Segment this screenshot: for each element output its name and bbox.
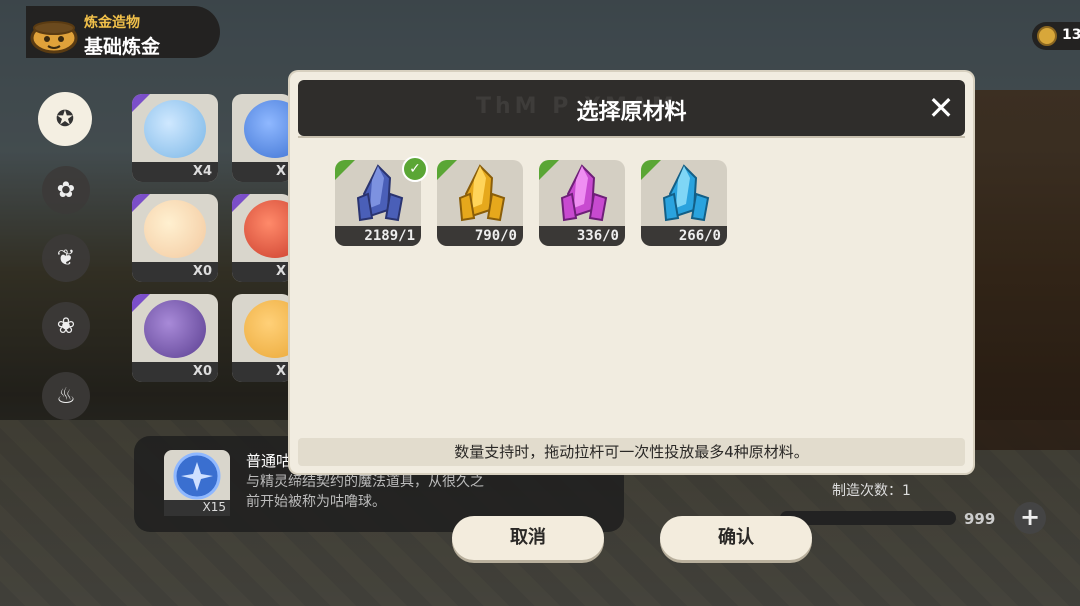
sidebar-item-star[interactable]: ✪ xyxy=(38,92,92,146)
cauldron-icon xyxy=(30,21,78,54)
dialog-tip: 数量支持时，拖动拉杆可一次性投放最多4种原材料。 xyxy=(298,438,965,466)
material-count: 2189/1 xyxy=(335,226,421,246)
orange-ball-icon xyxy=(244,300,292,358)
potion-bottle-icon xyxy=(144,100,206,158)
item-name: 普通咕 xyxy=(246,452,292,470)
item-count: X4 xyxy=(132,162,218,182)
increase-button[interactable]: + xyxy=(1014,502,1046,534)
dialog-title: 选择原材料 xyxy=(576,100,687,125)
petal-icon: ❀ xyxy=(56,313,76,339)
item-tile[interactable]: X xyxy=(232,294,292,382)
sidebar-item-flower[interactable]: ✿ xyxy=(42,166,90,214)
page-header: 炼金造物 基础炼金 xyxy=(26,6,220,58)
blue-ball-icon xyxy=(173,452,221,500)
close-icon[interactable]: ✕ xyxy=(926,92,956,124)
item-description: 与精灵缔结契约的魔法道具，从很久之前开始被称为咕噜球。 xyxy=(246,474,484,510)
confirm-button[interactable]: 确认 xyxy=(660,516,812,560)
rarity-marker xyxy=(132,94,150,112)
item-count: X15 xyxy=(164,500,230,516)
material-slot[interactable]: 336/0 xyxy=(539,160,625,246)
dialog-title-bar: ThM P XMAM 选择原材料 ✕ xyxy=(298,80,965,136)
material-slot[interactable]: 266/0 xyxy=(641,160,727,246)
item-tile[interactable]: X xyxy=(232,94,292,182)
divider xyxy=(298,136,965,138)
rarity-marker xyxy=(132,294,150,312)
leaf-icon: ❦ xyxy=(56,245,76,271)
crystal-icon xyxy=(662,164,710,222)
header-title: 基础炼金 xyxy=(84,36,161,58)
crystal-icon xyxy=(560,164,608,222)
rarity-marker xyxy=(132,194,150,212)
item-count: X0 xyxy=(132,362,218,382)
sidebar-item-cauldron[interactable]: ♨ xyxy=(42,372,90,420)
currency-value: 13 xyxy=(1062,27,1080,43)
craft-max-value: 999 xyxy=(964,510,996,528)
item-tile[interactable]: X0 xyxy=(132,294,218,382)
flower-ball-icon xyxy=(144,200,206,258)
red-ball-icon xyxy=(244,200,292,258)
item-tile[interactable]: X0 xyxy=(132,194,218,282)
item-count: X0 xyxy=(132,262,218,282)
item-count: X xyxy=(232,262,292,282)
item-tile[interactable]: X xyxy=(232,194,292,282)
material-slot[interactable]: 790/0 xyxy=(437,160,523,246)
cauldron-icon: ♨ xyxy=(56,383,76,409)
craft-count-label: 制造次数：1 xyxy=(832,483,911,499)
star-badge-icon: ✪ xyxy=(55,106,75,132)
material-count: 790/0 xyxy=(437,226,523,246)
selected-check-icon: ✓ xyxy=(402,156,428,182)
blue-ball-icon xyxy=(244,100,292,158)
select-material-dialog: ThM P XMAM 选择原材料 ✕ 2189/1 790/0 336/0 26… xyxy=(290,72,973,473)
crystal-icon xyxy=(458,164,506,222)
flower-icon: ✿ xyxy=(56,177,76,203)
cancel-button[interactable]: 取消 xyxy=(452,516,604,560)
sidebar-item-petal[interactable]: ❀ xyxy=(42,302,90,350)
material-count: 266/0 xyxy=(641,226,727,246)
item-tile[interactable]: X4 xyxy=(132,94,218,182)
purple-ball-icon xyxy=(144,300,206,358)
material-count: 336/0 xyxy=(539,226,625,246)
currency-display: 13 xyxy=(1032,22,1080,50)
header-subtitle: 炼金造物 xyxy=(84,15,140,31)
crystal-icon xyxy=(356,164,404,222)
rarity-marker xyxy=(232,194,250,212)
item-count: X xyxy=(232,162,292,182)
item-count: X xyxy=(232,362,292,382)
sidebar-item-leaf[interactable]: ❦ xyxy=(42,234,90,282)
coin-icon xyxy=(1037,26,1057,46)
item-thumbnail: X15 xyxy=(164,450,230,516)
